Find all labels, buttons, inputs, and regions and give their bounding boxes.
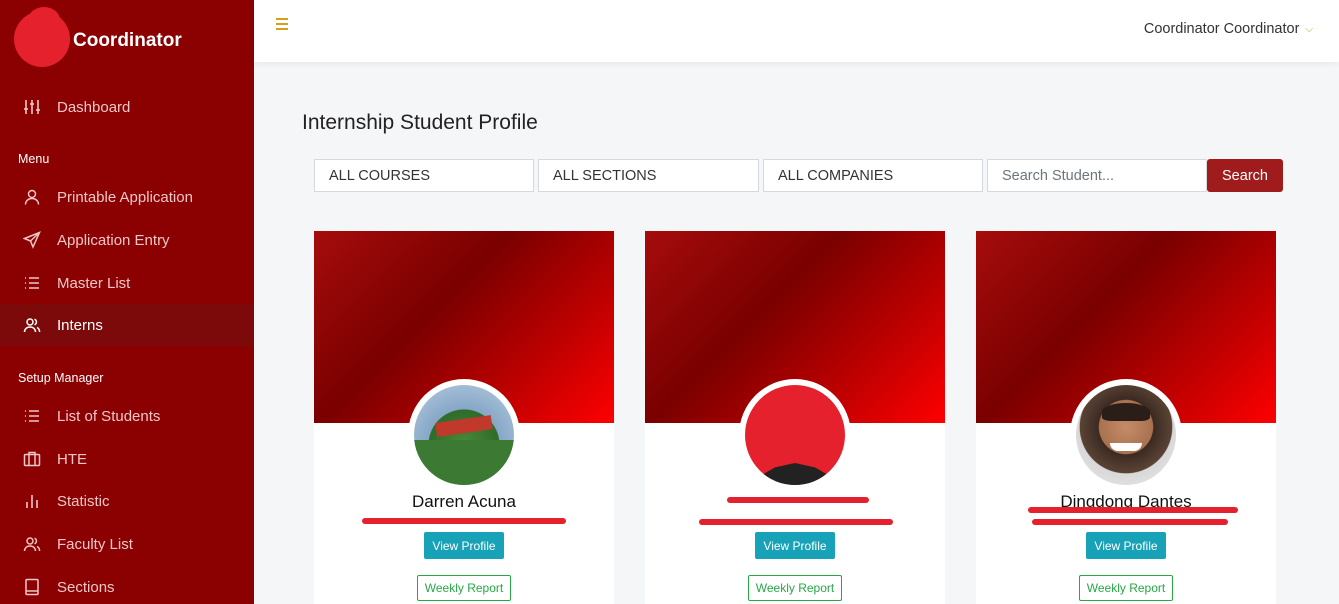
weekly-report-button[interactable]: Weekly Report (417, 575, 511, 601)
list-icon (22, 273, 42, 293)
user-icon (22, 187, 42, 207)
sidebar-item-label: Printable Application (57, 188, 193, 206)
user-menu[interactable]: Coordinator Coordinator ⌵ (1144, 21, 1313, 37)
student-card: View Profile Weekly Report (645, 231, 945, 604)
sidebar: Coordinator Dashboard Menu Printable App… (0, 0, 254, 604)
redaction-mark (1028, 507, 1238, 513)
users-icon (22, 534, 42, 554)
list-icon (22, 406, 42, 426)
setup-section-title: Setup Manager (18, 371, 104, 385)
student-photo (745, 385, 845, 485)
sidebar-item-label: Master List (57, 274, 131, 292)
redaction-mark (1032, 519, 1228, 525)
redaction-mark (727, 497, 869, 503)
sidebar-item-dashboard[interactable]: Dashboard (0, 86, 254, 128)
weekly-report-button[interactable]: Weekly Report (1079, 575, 1173, 601)
student-card: Darren Acuna View Profile Weekly Report (314, 231, 614, 604)
sliders-icon (22, 97, 42, 117)
avatar (408, 379, 520, 491)
redaction-mark (362, 518, 566, 524)
topbar: Coordinator Coordinator ⌵ (254, 0, 1339, 62)
sidebar-item-master-list[interactable]: Master List (0, 262, 254, 304)
book-icon (22, 577, 42, 597)
sidebar-item-label: Interns (57, 316, 103, 334)
sidebar-item-sections[interactable]: Sections (0, 566, 254, 604)
users-icon (22, 315, 42, 335)
company-filter-select[interactable]: ALL COMPANIES (763, 159, 983, 192)
send-icon (22, 230, 42, 250)
student-name: Darren Acuna (412, 492, 516, 511)
sidebar-item-faculty-list[interactable]: Faculty List (0, 523, 254, 565)
student-search-input[interactable] (987, 159, 1207, 192)
user-name: Coordinator Coordinator (1143, 21, 1300, 37)
chevron-down-icon: ⌵ (1305, 23, 1313, 35)
avatar (1070, 379, 1182, 491)
sidebar-item-list-of-students[interactable]: List of Students (0, 395, 254, 437)
student-photo (1076, 385, 1176, 485)
sidebar-item-application-entry[interactable]: Application Entry (0, 219, 254, 261)
sidebar-item-label: Dashboard (57, 98, 131, 116)
brand-title: Coordinator (73, 30, 182, 51)
weekly-report-button[interactable]: Weekly Report (748, 575, 842, 601)
sidebar-item-statistic[interactable]: Statistic (0, 480, 254, 522)
sidebar-item-label: Faculty List (57, 535, 133, 553)
course-filter-select[interactable]: ALL COURSES (314, 159, 534, 192)
sidebar-item-interns[interactable]: Interns (0, 304, 254, 346)
sidebar-item-label: Sections (57, 578, 115, 596)
view-profile-button[interactable]: View Profile (755, 532, 835, 559)
page-title: Internship Student Profile (302, 111, 538, 134)
sidebar-item-printable-application[interactable]: Printable Application (0, 176, 254, 218)
view-profile-button[interactable]: View Profile (424, 532, 504, 559)
sidebar-item-label: List of Students (57, 407, 161, 425)
redaction-mark (699, 519, 893, 525)
briefcase-icon (22, 449, 42, 469)
sidebar-item-label: Statistic (57, 492, 110, 510)
sidebar-item-label: Application Entry (57, 231, 170, 249)
hamburger-icon[interactable] (276, 14, 292, 32)
menu-section-title: Menu (18, 152, 50, 166)
brand-logo (14, 7, 70, 67)
sidebar-item-hte[interactable]: HTE (0, 438, 254, 480)
view-profile-button[interactable]: View Profile (1086, 532, 1166, 559)
search-button[interactable]: Search (1207, 159, 1283, 192)
bar-chart-icon (22, 491, 42, 511)
student-photo (414, 385, 514, 485)
sidebar-item-label: HTE (57, 450, 87, 468)
student-card: Dingdong Dantes View Profile Weekly Repo… (976, 231, 1276, 604)
avatar (739, 379, 851, 491)
section-filter-select[interactable]: ALL SECTIONS (538, 159, 759, 192)
